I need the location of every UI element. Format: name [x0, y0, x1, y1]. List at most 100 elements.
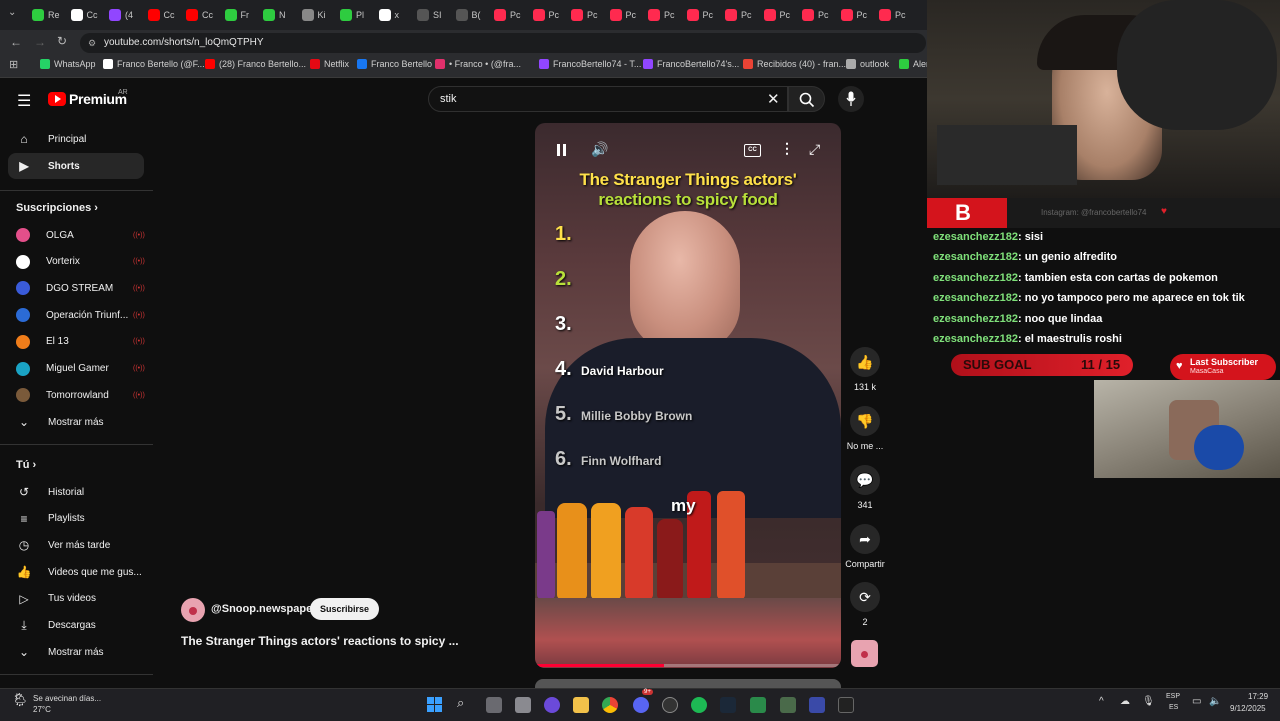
captions-icon[interactable]: CC [744, 144, 761, 157]
discord-icon[interactable] [633, 697, 649, 713]
obs-icon[interactable] [662, 697, 678, 713]
browser-tab[interactable]: SI [417, 5, 451, 25]
bookmark-item[interactable]: (28) Franco Bertello... [205, 59, 306, 69]
search-button[interactable] [788, 86, 825, 112]
browser-tab[interactable]: Cc [147, 5, 182, 25]
reload-icon[interactable]: ↻ [57, 34, 67, 48]
tab-list-icon[interactable]: ⌄ [8, 7, 16, 18]
browser-tab[interactable]: Cc [70, 5, 105, 25]
file-explorer-icon[interactable] [573, 697, 589, 713]
you-item[interactable]: 👍 Videos que me gus... [8, 559, 144, 585]
bookmark-item[interactable]: Recibidos (40) - fran... [743, 59, 846, 69]
menu-icon[interactable]: ☰ [17, 91, 31, 111]
app-icon-4[interactable] [809, 697, 825, 713]
you-header[interactable]: Tú › [16, 459, 36, 471]
subscription-item[interactable]: DGO STREAM ((•)) [8, 275, 145, 301]
subscriptions-header[interactable]: Suscripciones › [16, 202, 98, 214]
clear-search-icon[interactable]: ✕ [767, 90, 780, 108]
network-icon[interactable]: ▭ [1192, 696, 1201, 707]
show-more-subscriptions[interactable]: ⌄ Mostrar más [8, 409, 144, 435]
browser-tab[interactable]: Pc [763, 5, 798, 25]
sidebar-item-shorts[interactable]: ▶ Shorts [8, 153, 144, 179]
dislike-button[interactable]: 👎 [850, 406, 880, 436]
subscription-item[interactable]: Operación Triunf... ((•)) [8, 302, 145, 328]
channel-name[interactable]: @Snoop.newspaper [211, 603, 316, 615]
browser-tab[interactable]: x [378, 5, 413, 25]
volume-icon[interactable]: 🔊 [591, 141, 608, 158]
tray-chevron-icon[interactable]: ^ [1099, 696, 1104, 707]
bookmark-item[interactable]: Franco Bertello (@F... [103, 59, 205, 69]
sidebar-item-principal[interactable]: ⌂ Principal [8, 126, 144, 152]
channel-avatar[interactable] [181, 598, 205, 622]
bookmark-item[interactable]: Franco Bertello [357, 59, 432, 69]
shorts-video-player[interactable]: The Stranger Things actors' reactions to… [535, 123, 841, 668]
back-icon[interactable]: ← [10, 35, 22, 49]
address-bar[interactable]: ⚙ youtube.com/shorts/n_loQmQTPHY [80, 33, 926, 53]
browser-tab[interactable]: Pc [879, 5, 913, 25]
browser-tab[interactable]: B( [455, 5, 490, 25]
search-input[interactable]: stik ✕ [428, 86, 788, 112]
browser-tab[interactable]: Pc [648, 5, 682, 25]
app-icon-3[interactable] [780, 697, 796, 713]
browser-tab[interactable]: Re [32, 5, 66, 25]
more-options-icon[interactable]: ⋮ [780, 140, 794, 157]
browser-tab[interactable]: Pc [609, 5, 644, 25]
subscribe-button[interactable]: Suscribirse [310, 598, 379, 620]
remix-button[interactable]: ⟳ [850, 582, 880, 612]
browser-tab[interactable]: (4 [109, 5, 143, 25]
bookmark-item[interactable]: WhatsApp [40, 59, 96, 69]
site-info-icon[interactable]: ⚙ [88, 33, 96, 53]
bookmark-item[interactable]: Aler [899, 59, 929, 69]
you-item[interactable]: ≡ Playlists [8, 506, 144, 532]
bookmark-item[interactable]: FrancoBertello74's... [643, 59, 739, 69]
subscription-item[interactable]: El 13 ((•)) [8, 329, 145, 355]
subscription-item[interactable]: Vorterix ((•)) [8, 249, 145, 275]
browser-tab[interactable]: N [263, 5, 297, 25]
steam-icon[interactable] [720, 697, 736, 713]
apps-grid-icon[interactable]: ⊞ [9, 58, 18, 71]
widgets-icon[interactable] [515, 697, 531, 713]
bookmark-item[interactable]: Netflix [310, 59, 349, 69]
clock-date[interactable]: 9/12/2025 [1230, 704, 1266, 713]
browser-tab[interactable]: Pc [532, 5, 567, 25]
chrome-icon[interactable] [602, 697, 618, 713]
task-view-icon[interactable] [486, 697, 502, 713]
browser-tab[interactable]: Fr [224, 5, 259, 25]
browser-tab[interactable]: Pc [686, 5, 721, 25]
you-item[interactable]: ◷ Ver más tarde [8, 532, 144, 558]
microphone-tray-icon[interactable]: 🎙 [1142, 696, 1155, 707]
start-icon[interactable] [427, 697, 443, 713]
browser-tab[interactable]: Cc [186, 5, 220, 25]
cloud-icon[interactable]: ☁ [1120, 696, 1130, 707]
epic-games-icon[interactable] [838, 697, 854, 713]
you-item[interactable]: ↺ Historial [8, 479, 144, 505]
browser-tab[interactable]: Pc [802, 5, 836, 25]
pause-icon[interactable] [555, 143, 569, 157]
youtube-logo-icon[interactable] [48, 92, 66, 106]
browser-tab[interactable]: Pc [840, 5, 875, 25]
comments-button[interactable]: 💬 [850, 465, 880, 495]
weather-icon[interactable]: 🌦 [12, 692, 29, 708]
volume-tray-icon[interactable]: 🔈 [1209, 696, 1221, 707]
spotify-icon[interactable] [691, 697, 707, 713]
show-more-you[interactable]: ⌄ Mostrar más [8, 639, 144, 665]
search-icon[interactable]: ⌕ [457, 695, 464, 711]
language-primary[interactable]: ESP [1166, 693, 1180, 700]
next-short-preview[interactable] [535, 679, 841, 688]
like-button[interactable]: 👍 [850, 347, 880, 377]
sound-thumbnail[interactable] [851, 640, 878, 667]
you-item[interactable]: ▷ Tus videos [8, 586, 144, 612]
forward-icon[interactable]: → [34, 35, 46, 49]
share-button[interactable]: ➦ [850, 524, 880, 554]
bookmark-item[interactable]: • Franco • (@fra... [435, 59, 521, 69]
browser-tab[interactable]: Pc [494, 5, 528, 25]
voice-search-button[interactable] [838, 86, 864, 112]
browser-tab[interactable]: Pc [571, 5, 605, 25]
browser-tab[interactable]: Ki [301, 5, 336, 25]
video-title[interactable]: The Stranger Things actors' reactions to… [181, 634, 459, 648]
subscription-item[interactable]: Miguel Gamer ((•)) [8, 356, 145, 382]
subscription-item[interactable]: Tomorrowland ((•)) [8, 382, 145, 408]
app-icon-2[interactable] [750, 697, 766, 713]
browser-tab[interactable]: Pc [725, 5, 759, 25]
fullscreen-icon[interactable]: ⤢ [809, 141, 820, 158]
